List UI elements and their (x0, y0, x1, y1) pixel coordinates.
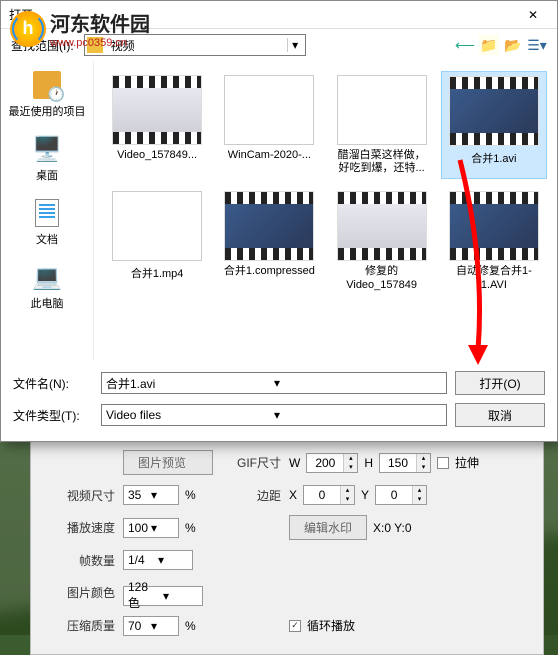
quality-label: 压缩质量 (45, 617, 115, 634)
margin-y-input[interactable]: 0▴▾ (375, 485, 427, 505)
recent-icon (31, 69, 63, 101)
back-icon[interactable]: ⟵ (455, 35, 475, 55)
stretch-checkbox[interactable] (437, 457, 449, 469)
file-thumbnail-icon (224, 75, 314, 145)
desktop-icon: 🖥️ (31, 133, 63, 165)
video-size-select[interactable]: 35▾ (123, 485, 179, 505)
watermark-position: X:0 Y:0 (373, 521, 411, 535)
chevron-down-icon[interactable]: ▾ (274, 408, 442, 422)
frames-label: 帧数量 (45, 552, 115, 569)
loop-checkbox[interactable]: ✓ (289, 620, 301, 632)
video-thumbnail-icon (449, 76, 539, 146)
places-sidebar: 最近使用的项目 🖥️ 桌面 文档 💻 此电脑 (1, 61, 93, 361)
sidebar-item-thispc[interactable]: 💻 此电脑 (31, 261, 64, 311)
color-select[interactable]: 128 色▾ (123, 586, 203, 606)
video-thumbnail-icon (449, 191, 539, 261)
file-item[interactable]: Video_157849... (104, 71, 210, 179)
gif-width-input[interactable]: 200▴▾ (306, 453, 358, 473)
new-folder-icon[interactable]: 📂 (503, 35, 523, 55)
video-size-label: 视频尺寸 (45, 487, 115, 504)
speed-label: 播放速度 (45, 519, 115, 536)
edit-watermark-button[interactable]: 编辑水印 (289, 515, 367, 540)
file-item[interactable]: WinCam-2020-... (216, 71, 322, 179)
file-open-dialog: 打开 ✕ 查找范围(I): 视频 ▾ ⟵ 📁 📂 ☰▾ 最近使用的项目 🖥️ 桌… (0, 0, 558, 442)
speed-select[interactable]: 100▾ (123, 518, 179, 538)
frames-select[interactable]: 1/4▾ (123, 550, 193, 570)
file-item[interactable]: 醋溜白菜这样做，好吃到爆，还特... (329, 71, 435, 179)
loop-label: 循环播放 (307, 617, 355, 634)
sidebar-item-documents[interactable]: 文档 (31, 197, 63, 247)
filename-label: 文件名(N): (13, 375, 93, 392)
close-button[interactable]: ✕ (513, 3, 553, 27)
file-item-selected[interactable]: 合并1.avi (441, 71, 547, 179)
watermark-logo: h (10, 11, 46, 47)
quality-select[interactable]: 70▾ (123, 616, 179, 636)
gif-settings-panel: GIF文件 图片预览 GIF尺寸 W 200▴▾ H 150▴▾ 拉伸 视频尺寸… (30, 430, 544, 655)
file-item[interactable]: 合并1.mp4 (104, 187, 210, 295)
file-item[interactable]: 修复的Video_157849 (329, 187, 435, 295)
chevron-down-icon[interactable]: ▾ (287, 38, 303, 52)
video-thumbnail-icon (337, 191, 427, 261)
gif-size-label: GIF尺寸 (221, 454, 281, 471)
chevron-down-icon[interactable]: ▾ (274, 376, 442, 390)
sidebar-item-desktop[interactable]: 🖥️ 桌面 (31, 133, 63, 183)
color-label: 图片颜色 (45, 584, 115, 601)
file-list[interactable]: Video_157849... WinCam-2020-... 醋溜白菜这样做，… (93, 61, 557, 361)
watermark-url: www.pc0359.cn (50, 37, 150, 49)
video-thumbnail-icon (112, 75, 202, 145)
margin-x-input[interactable]: 0▴▾ (303, 485, 355, 505)
file-thumbnail-icon (112, 191, 202, 261)
documents-icon (35, 199, 59, 227)
filename-input[interactable]: 合并1.avi ▾ (101, 372, 447, 394)
gif-height-input[interactable]: 150▴▾ (379, 453, 431, 473)
watermark-title: 河东软件园 (50, 8, 150, 37)
stretch-label: 拉伸 (455, 454, 479, 471)
up-folder-icon[interactable]: 📁 (479, 35, 499, 55)
open-button[interactable]: 打开(O) (455, 371, 545, 395)
cancel-button[interactable]: 取消 (455, 403, 545, 427)
view-menu-icon[interactable]: ☰▾ (527, 35, 547, 55)
filetype-select[interactable]: Video files ▾ (101, 404, 447, 426)
video-thumbnail-icon (224, 191, 314, 261)
computer-icon: 💻 (31, 261, 63, 293)
preview-button[interactable]: 图片预览 (123, 450, 213, 475)
file-item[interactable]: 自动修复合并1-1.AVI (441, 187, 547, 295)
file-item[interactable]: 合并1.compressed (216, 187, 322, 295)
margin-label: 边距 (221, 487, 281, 504)
file-thumbnail-icon (337, 75, 427, 145)
filetype-label: 文件类型(T): (13, 407, 93, 424)
sidebar-item-recent[interactable]: 最近使用的项目 (9, 69, 86, 119)
watermark: h 河东软件园 www.pc0359.cn (10, 8, 150, 49)
